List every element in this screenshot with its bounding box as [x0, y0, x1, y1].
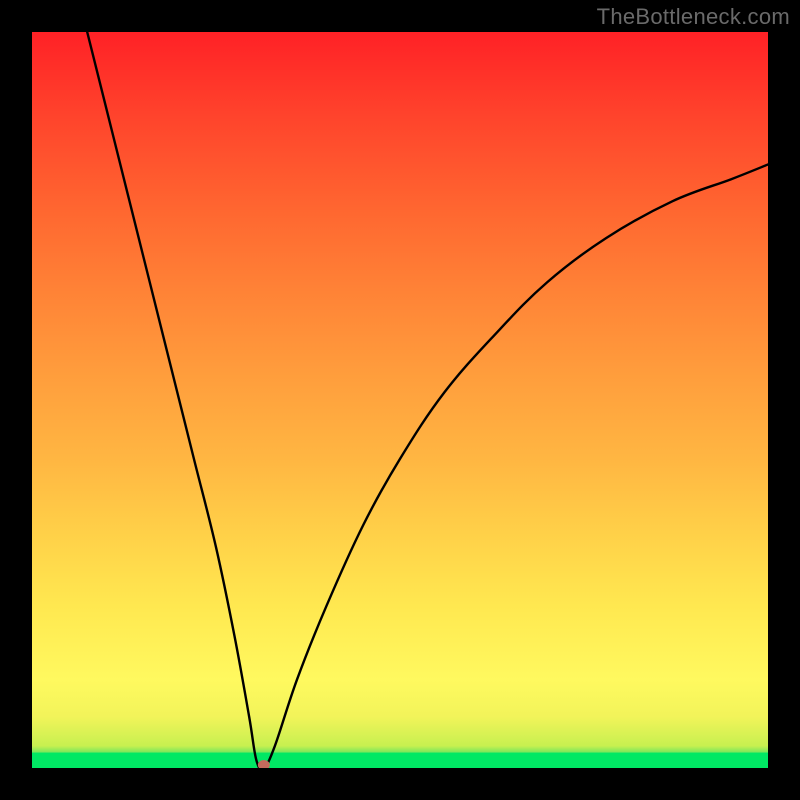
plot-area	[32, 32, 768, 768]
bottleneck-curve	[32, 32, 768, 768]
watermark-text: TheBottleneck.com	[597, 4, 790, 30]
chart-container: TheBottleneck.com	[0, 0, 800, 800]
